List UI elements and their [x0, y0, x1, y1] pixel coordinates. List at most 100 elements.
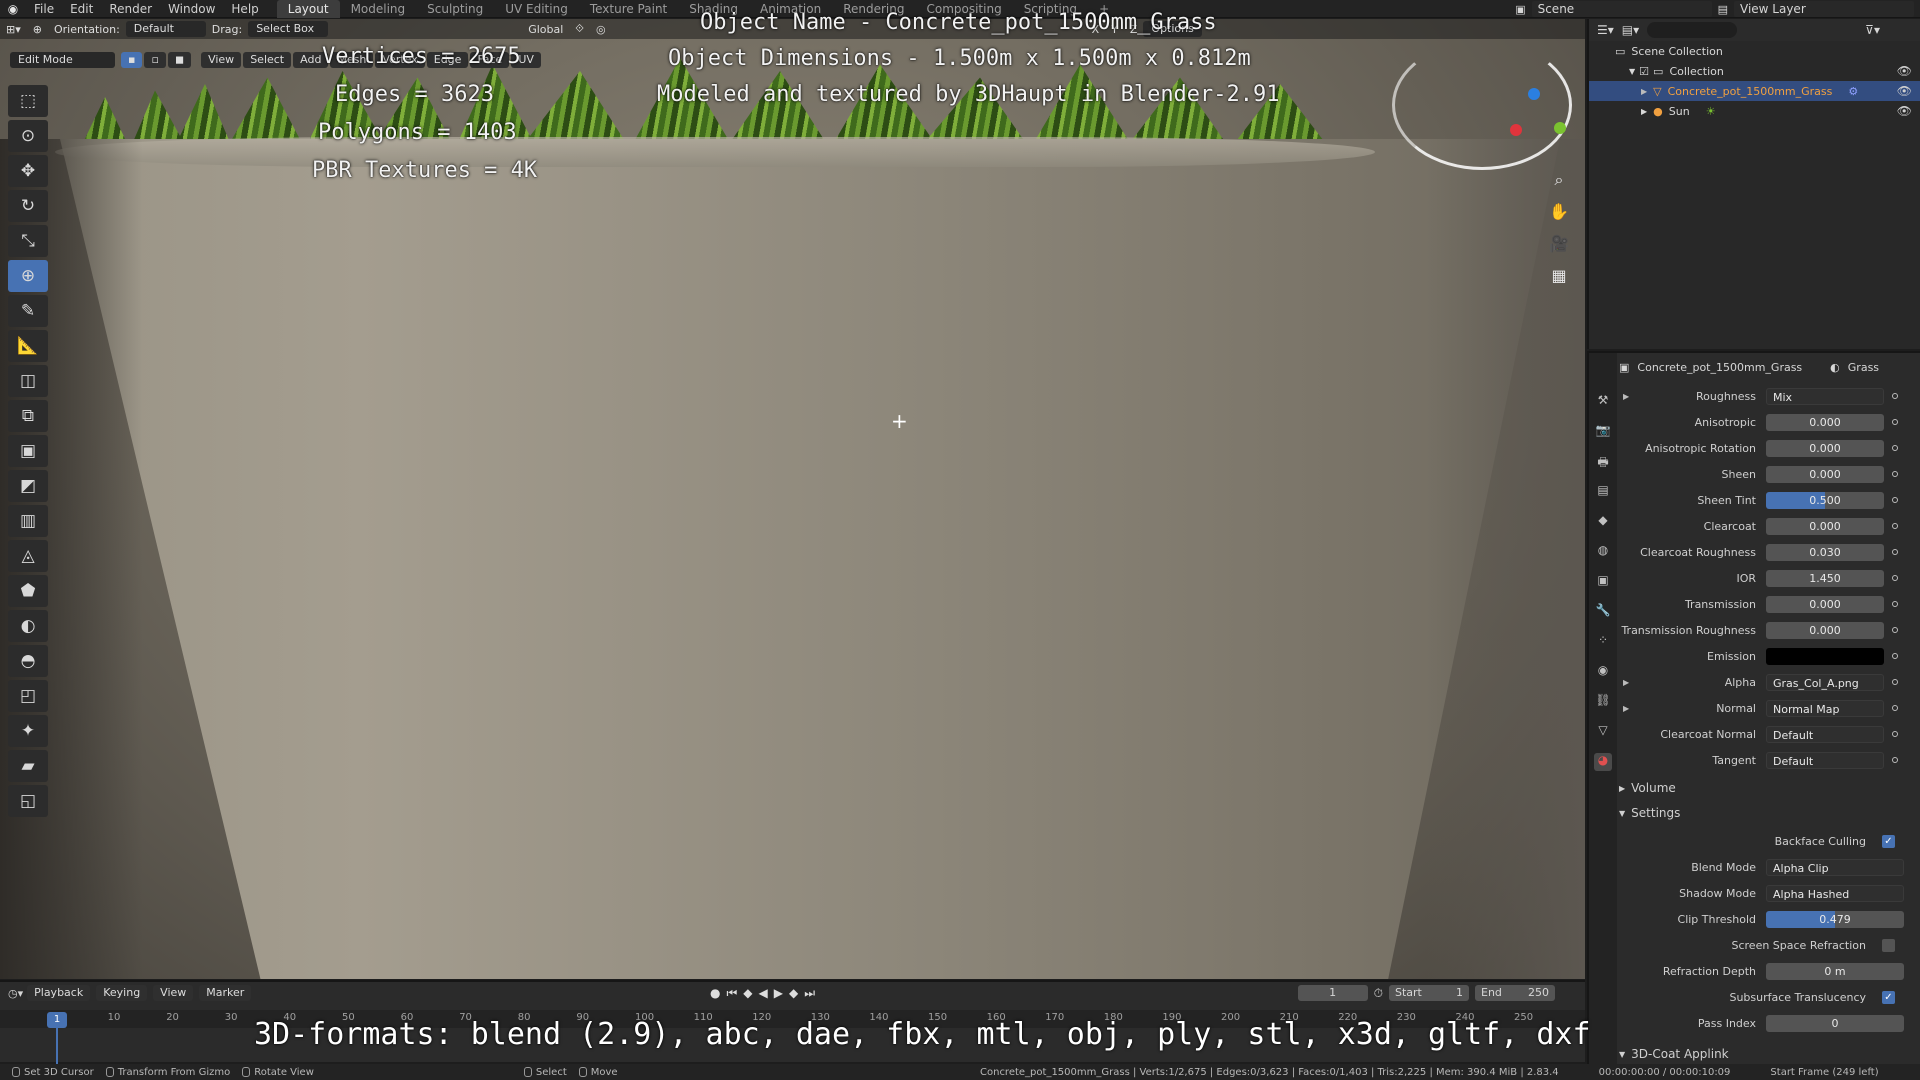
end-frame-field[interactable]: End 250: [1475, 985, 1555, 1001]
3d-viewport[interactable]: [0, 19, 1585, 979]
jump-end-icon[interactable]: ⏭: [804, 986, 815, 1001]
menu-keying[interactable]: Keying: [96, 985, 148, 1001]
transform-space-dropdown[interactable]: Global: [528, 23, 563, 36]
backface-culling-checkbox[interactable]: ✓: [1882, 834, 1895, 848]
socket-dot-icon[interactable]: [1892, 445, 1898, 451]
volume-section-header[interactable]: ▶ Volume: [1619, 777, 1919, 799]
filter-icon[interactable]: ⊽▾: [1865, 23, 1880, 37]
shadow-mode-dropdown[interactable]: Alpha Hashed: [1766, 884, 1904, 902]
move-tool-icon[interactable]: ✥: [8, 155, 48, 187]
world-tab-icon[interactable]: ◍: [1594, 543, 1612, 561]
menu-render[interactable]: Render: [101, 0, 160, 18]
physics-tab-icon[interactable]: ◉: [1594, 663, 1612, 681]
roughness-field[interactable]: Mix: [1766, 387, 1884, 405]
transform-pivot-icon[interactable]: ⊕: [33, 23, 42, 36]
visibility-eye-icon[interactable]: 👁: [1897, 104, 1912, 118]
tool-tab-icon[interactable]: ⚒: [1594, 393, 1612, 411]
menu-timeline-view[interactable]: View: [153, 985, 194, 1001]
tangent-field[interactable]: Default: [1766, 751, 1884, 769]
clearcoat-field[interactable]: 0.000: [1766, 517, 1884, 535]
next-keyframe-icon[interactable]: ◆: [789, 986, 798, 1001]
transmission-roughness-field[interactable]: 0.000: [1766, 621, 1884, 639]
socket-dot-icon[interactable]: [1892, 575, 1898, 581]
jump-start-icon[interactable]: ⏮: [726, 986, 737, 1001]
refraction-depth-field[interactable]: 0 m: [1766, 962, 1904, 980]
screen-space-refraction-checkbox[interactable]: [1882, 938, 1895, 952]
menu-view[interactable]: View: [201, 52, 242, 68]
socket-dot-icon[interactable]: [1892, 393, 1898, 399]
proportional-edit-icon[interactable]: ◎: [596, 23, 606, 36]
transform-tool-icon[interactable]: ⊕: [8, 260, 48, 292]
annotate-tool-icon[interactable]: ✎: [8, 295, 48, 327]
material-tab-icon[interactable]: ◕: [1594, 753, 1612, 771]
expand-arrow-icon[interactable]: ▶: [1641, 107, 1647, 116]
select-box-tool-icon[interactable]: ⬚: [8, 85, 48, 117]
view-layer-selector[interactable]: View Layer: [1734, 1, 1914, 17]
visibility-eye-icon[interactable]: 👁: [1897, 64, 1912, 78]
grid-icon[interactable]: ▦: [1546, 266, 1572, 290]
loop-cut-tool-icon[interactable]: ▥: [8, 505, 48, 537]
3d-coat-section-header[interactable]: ▼ 3D-Coat Applink: [1619, 1043, 1919, 1065]
extrude-tool-icon[interactable]: ⧉: [8, 400, 48, 432]
cursor-tool-icon[interactable]: ⊙: [8, 120, 48, 152]
outliner-search-input[interactable]: [1647, 22, 1738, 38]
record-icon[interactable]: ●: [710, 986, 720, 1001]
expand-arrow-icon[interactable]: ▼: [1629, 67, 1635, 76]
rotate-tool-icon[interactable]: ↻: [8, 190, 48, 222]
poly-build-tool-icon[interactable]: ⬟: [8, 575, 48, 607]
current-frame-field[interactable]: 1: [1297, 985, 1368, 1001]
scale-tool-icon[interactable]: ⤡: [8, 225, 48, 257]
outliner-row-collection[interactable]: ▼ ☑ ▭ Collection 👁: [1589, 61, 1920, 81]
measure-tool-icon[interactable]: 📐: [8, 330, 48, 362]
spin-tool-icon[interactable]: ◐: [8, 610, 48, 642]
socket-dot-icon[interactable]: [1892, 601, 1898, 607]
output-tab-icon[interactable]: 🖶: [1594, 453, 1612, 471]
menu-marker[interactable]: Marker: [199, 985, 252, 1001]
socket-dot-icon[interactable]: [1892, 757, 1898, 763]
blend-mode-dropdown[interactable]: Alpha Clip: [1766, 858, 1904, 876]
view-layer-tab-icon[interactable]: ▤: [1594, 483, 1612, 501]
zoom-icon[interactable]: ⌕: [1546, 170, 1572, 194]
face-select-mode-icon[interactable]: ◼: [167, 52, 192, 68]
anisotropic-rotation-field[interactable]: 0.000: [1766, 439, 1884, 457]
expand-arrow-icon[interactable]: ▶: [1623, 704, 1629, 713]
outliner-row-sun[interactable]: ▶ ● Sun ☀ 👁: [1589, 101, 1920, 121]
clip-threshold-slider[interactable]: 0.479: [1766, 910, 1904, 928]
menu-edit[interactable]: Edit: [62, 0, 101, 18]
particles-tab-icon[interactable]: ⁘: [1594, 633, 1612, 651]
socket-dot-icon[interactable]: [1892, 471, 1898, 477]
menu-playback[interactable]: Playback: [27, 985, 91, 1001]
tab-layout[interactable]: Layout: [276, 0, 340, 18]
sheen-field[interactable]: 0.000: [1766, 465, 1884, 483]
drag-dropdown[interactable]: Select Box: [248, 21, 329, 37]
knife-tool-icon[interactable]: ◬: [8, 540, 48, 572]
edge-select-mode-icon[interactable]: ▫: [144, 52, 166, 68]
object-tab-icon[interactable]: ▣: [1594, 573, 1612, 591]
orientation-dropdown[interactable]: Default: [125, 21, 206, 37]
smooth-tool-icon[interactable]: ◓: [8, 645, 48, 677]
socket-dot-icon[interactable]: [1892, 497, 1898, 503]
modifier-tab-icon[interactable]: 🔧: [1594, 603, 1612, 621]
x-axis-icon[interactable]: [1510, 124, 1522, 136]
rip-region-tool-icon[interactable]: ◱: [8, 785, 48, 817]
checkbox-icon[interactable]: ☑: [1639, 65, 1649, 78]
add-cube-tool-icon[interactable]: ◫: [8, 365, 48, 397]
constraints-tab-icon[interactable]: ⛓: [1594, 693, 1612, 711]
start-frame-field[interactable]: Start 1: [1389, 985, 1469, 1001]
anisotropic-field[interactable]: 0.000: [1766, 413, 1884, 431]
clearcoat-roughness-field[interactable]: 0.030: [1766, 543, 1884, 561]
timeline-editor-icon[interactable]: ◷▾: [8, 987, 23, 1000]
ior-field[interactable]: 1.450: [1766, 569, 1884, 587]
tab-sculpting[interactable]: Sculpting: [416, 0, 494, 18]
socket-dot-icon[interactable]: [1892, 549, 1898, 555]
outliner-row-pot[interactable]: ▶ ▽ Concrete_pot_1500mm_Grass ⚙ 👁: [1589, 81, 1920, 101]
shrink-fatten-tool-icon[interactable]: ✦: [8, 715, 48, 747]
outliner-editor-icon[interactable]: ☰▾: [1597, 23, 1614, 37]
alpha-texture-field[interactable]: Gras_Col_A.png: [1766, 673, 1884, 691]
socket-dot-icon[interactable]: [1892, 627, 1898, 633]
pass-index-field[interactable]: 0: [1766, 1014, 1904, 1032]
tab-modeling[interactable]: Modeling: [340, 0, 417, 18]
shear-tool-icon[interactable]: ▰: [8, 750, 48, 782]
transmission-field[interactable]: 0.000: [1766, 595, 1884, 613]
z-axis-icon[interactable]: [1528, 88, 1540, 100]
